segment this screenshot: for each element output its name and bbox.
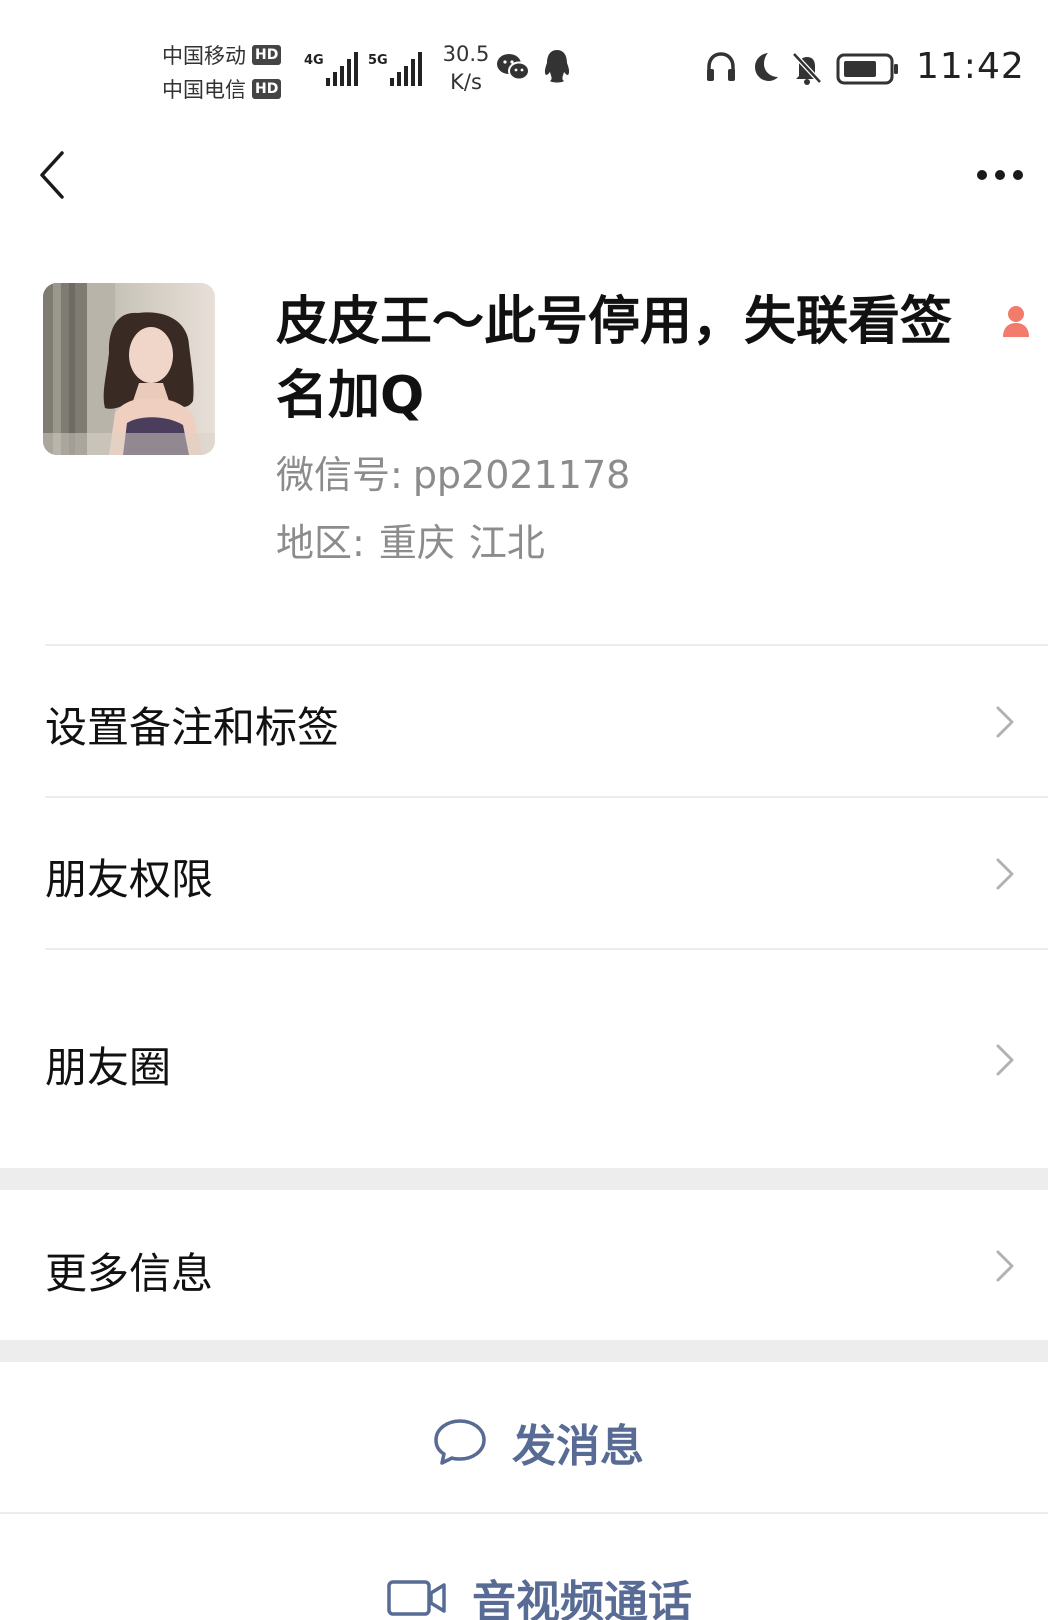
network-speed: 30.5 K/s — [438, 40, 494, 96]
signal-bars-icon — [325, 52, 358, 86]
hd-badge: HD — [252, 79, 282, 99]
hd-badge: HD — [252, 45, 282, 65]
wechat-icon — [497, 54, 530, 81]
region: 地区: 重庆 江北 — [276, 512, 545, 567]
contact-profile-screen: 中国移动 HD 中国电信 HD 4G 5G 30.5 K/s 11:42 皮皮王… — [0, 0, 1048, 1620]
carrier-1-name: 中国移动 — [162, 44, 246, 68]
bell-off-icon — [792, 52, 822, 85]
region-district: 江北 — [468, 521, 545, 565]
nickname: 皮皮王～此号停用，失联看签名加Q — [276, 292, 953, 426]
chevron-left-icon — [40, 151, 64, 199]
row-label: 朋友圈 — [45, 1043, 172, 1092]
chat-bubble-icon — [434, 1419, 486, 1465]
status-bar: 中国移动 HD 中国电信 HD 4G 5G 30.5 K/s 11:42 — [0, 0, 1048, 130]
chevron-right-icon — [996, 1044, 1014, 1076]
signal-1: 4G — [304, 46, 358, 86]
row-moments[interactable]: 朋友圈 — [0, 950, 1048, 1168]
row-label: 更多信息 — [45, 1249, 214, 1298]
qq-icon — [544, 50, 570, 83]
region-city: 重庆 — [378, 521, 455, 565]
video-camera-icon — [387, 1580, 446, 1616]
signal-2: 5G — [368, 46, 422, 86]
signal-bars-icon — [389, 52, 422, 86]
network-type-2: 5G — [368, 53, 388, 68]
row-remarks-tags[interactable]: 设置备注和标签 — [0, 646, 1048, 796]
clock: 11:42 — [916, 46, 1025, 87]
headphones-icon — [707, 52, 735, 81]
section-gap — [0, 1340, 1048, 1362]
carrier-line-2: 中国电信 HD — [162, 72, 302, 106]
network-type-1: 4G — [304, 53, 324, 68]
carrier-2-name: 中国电信 — [162, 78, 246, 102]
speed-unit: K/s — [450, 70, 482, 94]
avatar-photo — [43, 283, 215, 455]
region-label: 地区: — [276, 521, 365, 565]
wechat-id: 微信号: pp2021178 — [276, 444, 630, 499]
row-more-info[interactable]: 更多信息 — [0, 1190, 1048, 1340]
video-call-label: 音视频通话 — [472, 1577, 692, 1620]
avatar[interactable] — [43, 283, 215, 455]
wechat-id-label: 微信号: — [276, 453, 403, 497]
chevron-right-icon — [996, 706, 1014, 738]
row-label: 设置备注和标签 — [45, 703, 340, 752]
video-call-button[interactable]: 音视频通话 — [0, 1514, 1048, 1620]
row-friend-permissions[interactable]: 朋友权限 — [0, 798, 1048, 948]
speed-value: 30.5 — [442, 42, 490, 66]
female-icon — [1003, 306, 1029, 337]
carrier-line-1: 中国移动 HD — [162, 38, 302, 72]
more-dots-icon — [977, 170, 1023, 180]
chevron-right-icon — [996, 858, 1014, 890]
more-options-button[interactable] — [970, 155, 1030, 195]
wechat-id-value: pp2021178 — [412, 453, 631, 497]
battery-icon — [836, 53, 898, 85]
row-label: 朋友权限 — [45, 855, 214, 904]
chevron-right-icon — [996, 1250, 1014, 1282]
carrier-info: 中国移动 HD 中国电信 HD — [162, 38, 302, 106]
back-button[interactable] — [30, 145, 80, 205]
moon-icon — [755, 53, 778, 81]
section-gap — [0, 1168, 1048, 1190]
send-message-button[interactable]: 发消息 — [0, 1362, 1048, 1512]
send-message-label: 发消息 — [512, 1421, 644, 1472]
